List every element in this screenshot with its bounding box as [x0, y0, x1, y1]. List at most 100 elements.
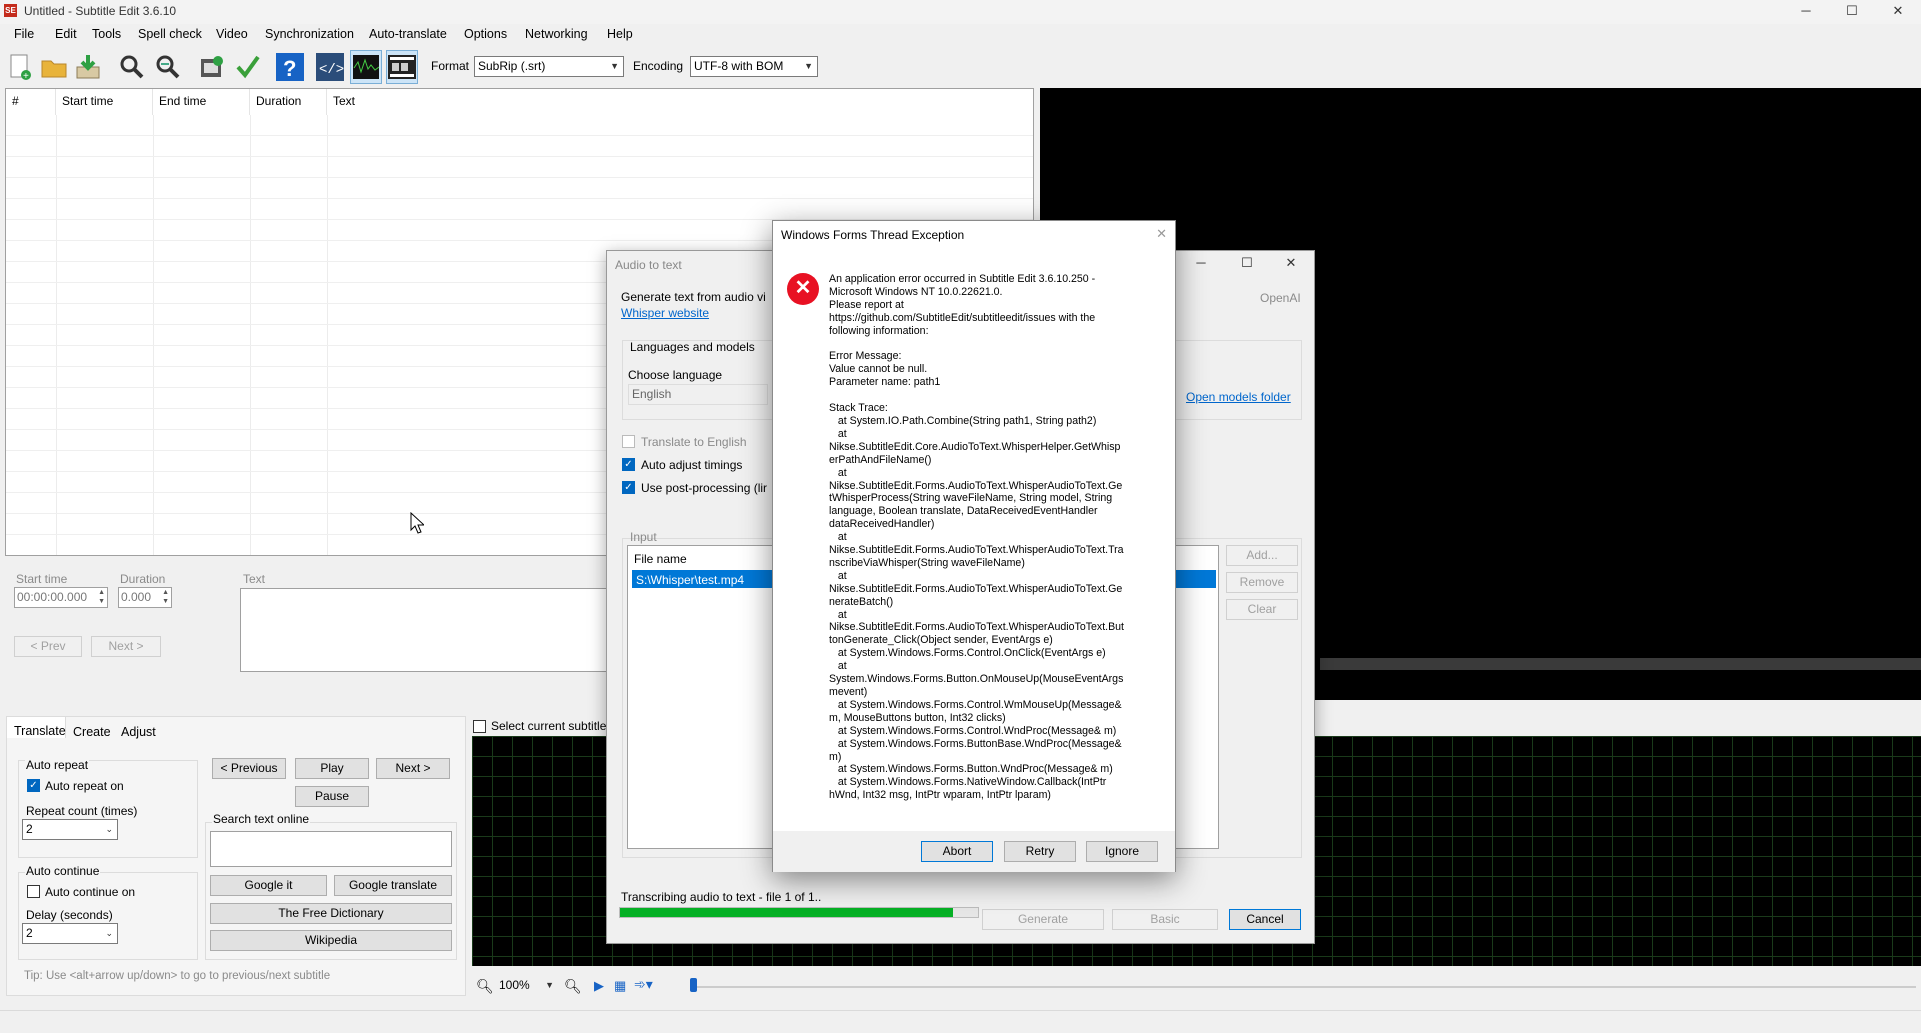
grid-header-duration[interactable]: Duration	[250, 89, 327, 115]
zoom-out-icon[interactable]: 🔍︎	[476, 978, 494, 995]
next-button[interactable]: Next >	[91, 636, 161, 657]
grid-row	[6, 136, 1033, 157]
menu-help[interactable]: Help	[607, 27, 633, 41]
delay-dropdown[interactable]: 2 ⌄	[22, 923, 118, 944]
tab-create[interactable]: Create	[73, 725, 111, 739]
grid-row	[6, 157, 1033, 178]
auto-repeat-title: Auto repeat	[25, 758, 90, 772]
open-models-folder-link[interactable]: Open models folder	[1186, 390, 1291, 404]
chevron-down-icon: ▼	[545, 980, 554, 990]
add-file-button[interactable]: Add...	[1226, 545, 1298, 566]
tab-translate[interactable]: Translate	[14, 724, 66, 738]
menu-edit[interactable]: Edit	[55, 27, 77, 41]
progress-bar	[619, 907, 979, 918]
audio-dialog-maximize-button[interactable]: ☐	[1224, 252, 1270, 276]
auto-repeat-checkbox[interactable]: ✓	[27, 779, 40, 792]
new-file-icon[interactable]: +	[4, 50, 36, 84]
retry-button[interactable]: Retry	[1004, 841, 1076, 862]
generate-button[interactable]: Generate	[982, 909, 1104, 930]
google-it-button[interactable]: Google it	[210, 875, 327, 896]
repeat-count-dropdown[interactable]: 2 ⌄	[22, 819, 118, 840]
menu-auto-translate[interactable]: Auto-translate	[369, 27, 447, 41]
waveform-icon[interactable]	[350, 50, 382, 84]
svg-text:?: ?	[283, 56, 296, 81]
menu-tools[interactable]: Tools	[92, 27, 121, 41]
clear-files-button[interactable]: Clear	[1226, 599, 1298, 620]
chevron-down-icon: ▼	[610, 61, 619, 71]
open-folder-icon[interactable]	[38, 50, 70, 84]
pause-button[interactable]: Pause	[295, 786, 369, 807]
audio-dialog-title: Audio to text	[615, 258, 682, 272]
grid-row	[6, 178, 1033, 199]
source-view-icon[interactable]: </>	[314, 50, 346, 84]
encoding-dropdown[interactable]: UTF-8 with BOM ▼	[690, 56, 818, 77]
audio-dialog-minimize-button[interactable]: ─	[1178, 252, 1224, 276]
spell-check-icon[interactable]	[232, 50, 264, 84]
whisper-website-link[interactable]: Whisper website	[621, 306, 709, 320]
cancel-button[interactable]: Cancel	[1229, 909, 1301, 930]
menu-options[interactable]: Options	[464, 27, 507, 41]
tip-text: Tip: Use <alt+arrow up/down> to go to pr…	[24, 970, 331, 982]
format-dropdown[interactable]: SubRip (.srt) ▼	[474, 56, 624, 77]
tab-adjust[interactable]: Adjust	[121, 725, 156, 739]
translate-to-english-label: Translate to English	[641, 435, 747, 449]
save-download-icon[interactable]	[72, 50, 104, 84]
select-current-subtitle-label: Select current subtitle	[491, 719, 607, 733]
auto-adjust-timings-checkbox[interactable]: ✓	[622, 458, 635, 471]
use-post-processing-checkbox[interactable]: ✓	[622, 481, 635, 494]
repeat-count-label: Repeat count (times)	[26, 804, 138, 818]
error-dialog-close-icon[interactable]: ✕	[1156, 226, 1167, 242]
text-label: Text	[243, 572, 266, 586]
search-text-online-title: Search text online	[212, 812, 311, 826]
zoom-dropdown[interactable]: 100% ▼	[496, 976, 558, 997]
grid-header-number[interactable]: #	[6, 89, 56, 115]
menu-synchronization[interactable]: Synchronization	[265, 27, 354, 41]
grid-icon[interactable]: ▦	[614, 978, 626, 994]
abort-button[interactable]: Abort	[921, 841, 993, 862]
close-button[interactable]: ✕	[1875, 0, 1921, 24]
forward-icon[interactable]: ➾▾	[634, 976, 653, 993]
video-frames-icon[interactable]	[386, 50, 418, 84]
file-name-column-header[interactable]: File name	[634, 552, 687, 566]
prev-button[interactable]: < Prev	[14, 636, 82, 657]
start-time-input[interactable]: 00:00:00.000 ▲ ▼	[14, 587, 108, 608]
basic-button[interactable]: Basic	[1112, 909, 1218, 930]
duration-input[interactable]: 0.000 ▲ ▼	[118, 587, 172, 608]
play-icon[interactable]: ▶	[594, 978, 604, 994]
grid-header-text[interactable]: Text	[327, 89, 1027, 115]
previous-button[interactable]: < Previous	[212, 758, 286, 779]
ignore-button[interactable]: Ignore	[1086, 841, 1158, 862]
grid-header-start-time[interactable]: Start time	[56, 89, 153, 115]
auto-continue-checkbox[interactable]	[27, 885, 40, 898]
import-video-icon[interactable]	[196, 50, 228, 84]
play-button[interactable]: Play	[295, 758, 369, 779]
zoom-in-icon[interactable]: 🔍︎	[564, 978, 582, 995]
translate-to-english-checkbox[interactable]	[622, 435, 635, 448]
menu-networking[interactable]: Networking	[525, 27, 588, 41]
select-current-subtitle-checkbox[interactable]	[473, 720, 486, 733]
progress-bar-fill	[620, 908, 953, 917]
video-seek-bar[interactable]	[1320, 658, 1921, 670]
menu-file[interactable]: File	[14, 27, 34, 41]
free-dictionary-button[interactable]: The Free Dictionary	[210, 903, 452, 924]
maximize-button[interactable]: ☐	[1829, 0, 1875, 24]
search-text-input[interactable]	[210, 831, 452, 867]
minimize-button[interactable]: ─	[1783, 0, 1829, 24]
duration-label: Duration	[120, 572, 166, 586]
audio-dialog-close-button[interactable]: ✕	[1268, 252, 1314, 276]
wikipedia-button[interactable]: Wikipedia	[210, 930, 452, 951]
replace-icon[interactable]	[152, 50, 184, 84]
google-translate-button[interactable]: Google translate	[334, 875, 452, 896]
help-icon[interactable]: ?	[274, 50, 306, 84]
subtitle-text-editor[interactable]	[240, 588, 610, 672]
grid-header-end-time[interactable]: End time	[153, 89, 250, 115]
remove-file-button[interactable]: Remove	[1226, 572, 1298, 593]
find-icon[interactable]	[116, 50, 148, 84]
format-label: Format	[431, 59, 470, 73]
next-subtitle-button[interactable]: Next >	[376, 758, 450, 779]
menu-video[interactable]: Video	[216, 27, 248, 41]
menu-spell-check[interactable]: Spell check	[138, 27, 202, 41]
language-dropdown[interactable]: English	[628, 384, 768, 405]
waveform-position-slider[interactable]	[690, 978, 697, 992]
waveform-position-track[interactable]	[690, 986, 1916, 988]
